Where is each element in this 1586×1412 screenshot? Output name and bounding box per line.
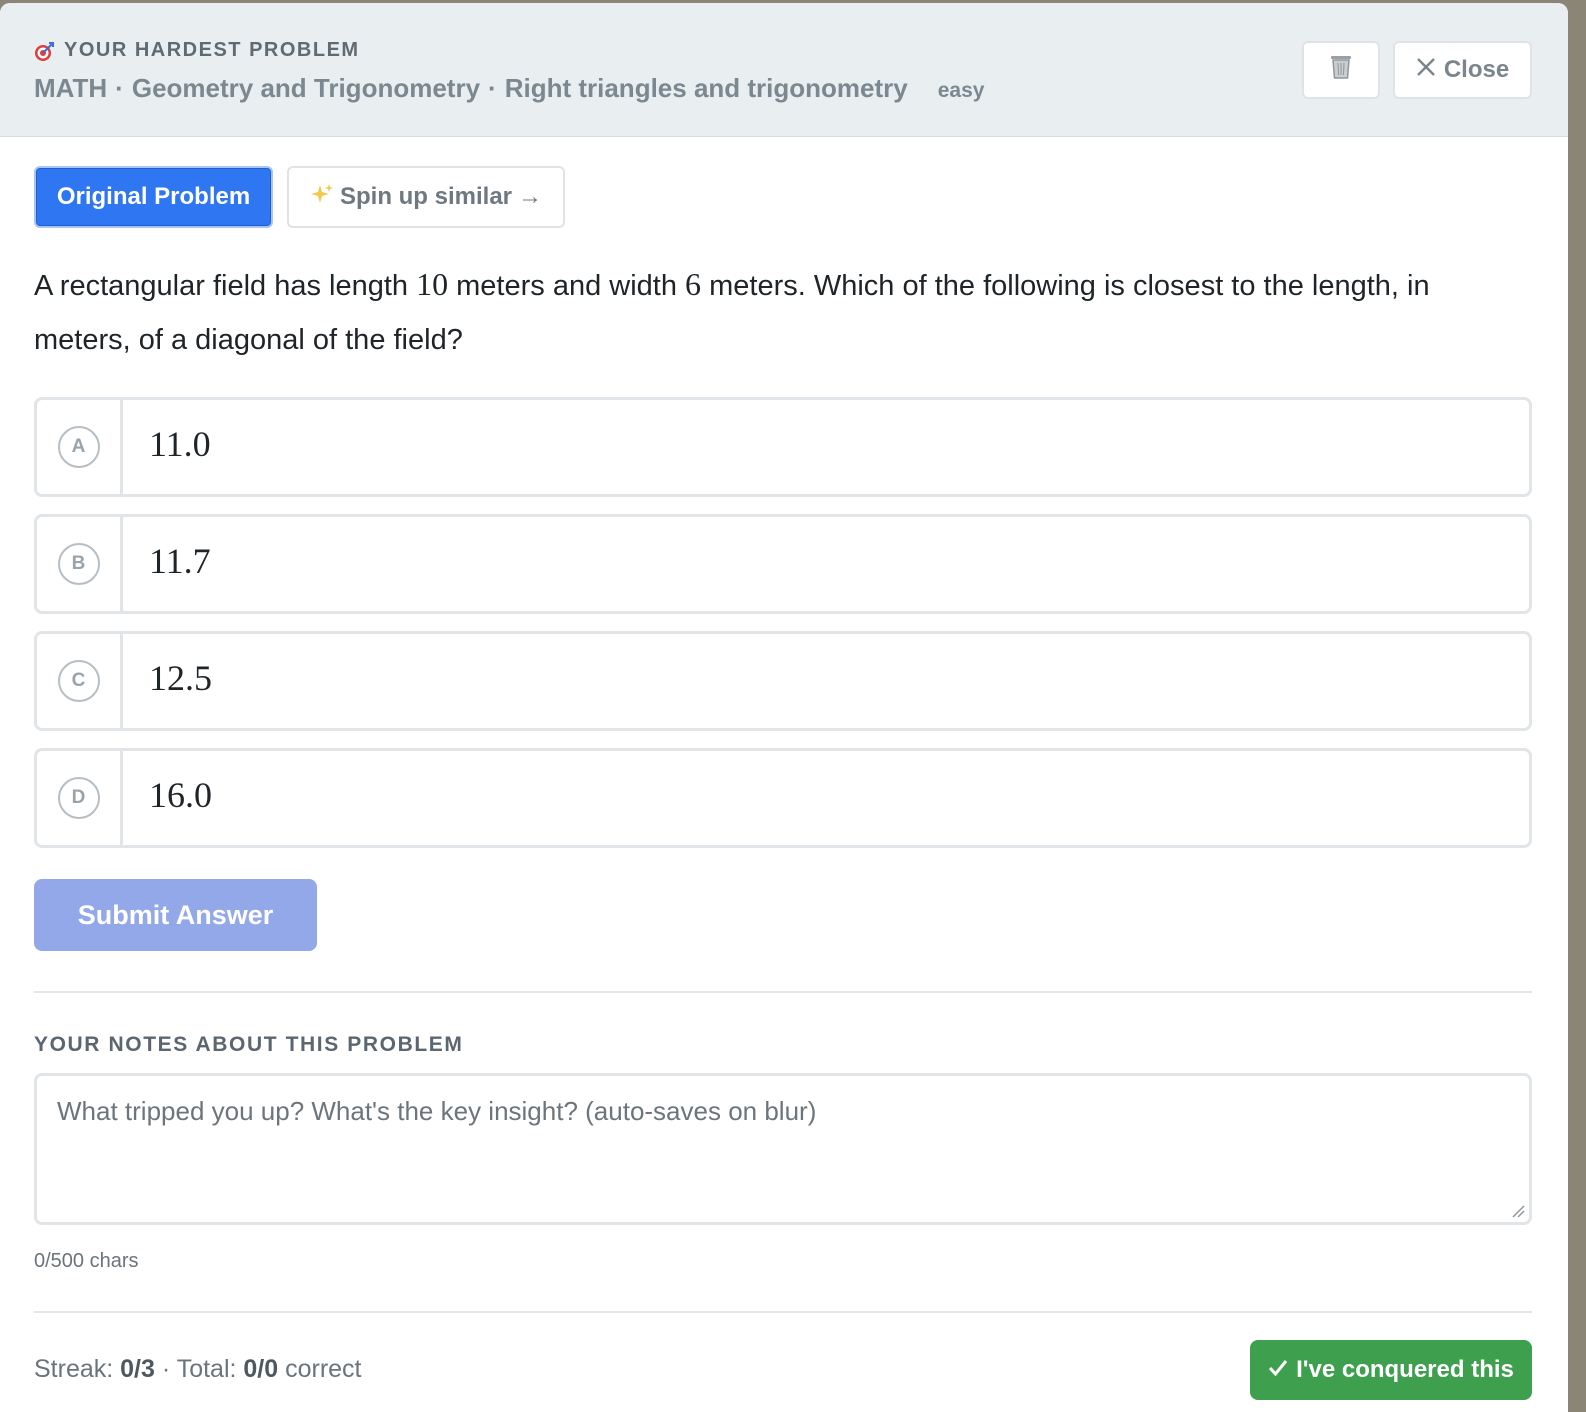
streak-value: 0/3 — [120, 1355, 155, 1383]
breadcrumb-skill: Right triangles and trigonometry — [504, 73, 908, 103]
arrow-right-icon: → — [518, 183, 543, 210]
choice-letter-cell: D — [37, 751, 123, 845]
choice-value: 12.5 — [149, 658, 212, 698]
modal-header: YOUR HARDEST PROBLEM MATH · Geometry and… — [0, 3, 1568, 137]
char-count: 0/500 chars — [34, 1250, 139, 1272]
x-icon — [1416, 56, 1436, 84]
choice-c[interactable]: C 12.5 — [34, 631, 1532, 731]
close-label: Close — [1443, 56, 1510, 83]
breadcrumb-subject: MATH — [34, 73, 108, 103]
target-icon — [34, 41, 54, 62]
choice-value: 16.0 — [149, 775, 212, 815]
choice-b[interactable]: B 11.7 — [34, 514, 1532, 614]
divider — [34, 991, 1532, 993]
problem-modal: YOUR HARDEST PROBLEM MATH · Geometry and… — [0, 3, 1568, 1412]
choice-letter-cell: B — [37, 517, 123, 611]
notes-field-wrapper — [34, 1073, 1532, 1225]
eyebrow: YOUR HARDEST PROBLEM — [34, 39, 360, 62]
choice-letter: C — [57, 660, 100, 702]
question-part: A rectangular field has length — [34, 270, 417, 302]
total-suffix: correct — [278, 1355, 362, 1383]
choice-letter: A — [57, 426, 100, 468]
resize-handle-icon[interactable] — [1511, 1204, 1525, 1218]
choice-value: 11.7 — [149, 541, 211, 581]
tab-original-label: Original Problem — [56, 183, 251, 210]
tab-spin-up-similar[interactable]: Spin up similar → — [287, 166, 565, 228]
choice-d[interactable]: D 16.0 — [34, 748, 1532, 848]
trash-icon — [1330, 54, 1352, 87]
notes-label: YOUR NOTES ABOUT THIS PROBLEM — [34, 1033, 464, 1056]
conquered-label: I've conquered this — [1296, 1356, 1514, 1383]
question-width: 6 — [685, 266, 702, 302]
conquered-button[interactable]: I've conquered this — [1250, 1340, 1532, 1400]
choice-letter: B — [57, 543, 100, 585]
choice-a[interactable]: A 11.0 — [34, 397, 1532, 497]
breadcrumb-domain: Geometry and Trigonometry — [131, 73, 481, 103]
stats-separator: · — [154, 1355, 177, 1383]
question-text: A rectangular field has length 10 meters… — [34, 257, 1534, 367]
total-label: Total: — [176, 1355, 244, 1383]
breadcrumb-separator: · — [488, 73, 497, 103]
tab-similar-label: Spin up similar — [339, 183, 513, 210]
breadcrumb: MATH · Geometry and Trigonometry · Right… — [34, 73, 984, 104]
question-part: meters and width — [448, 270, 686, 302]
tab-original-problem[interactable]: Original Problem — [34, 166, 273, 228]
check-icon — [1268, 1356, 1288, 1384]
eyebrow-label: YOUR HARDEST PROBLEM — [64, 39, 360, 61]
submit-answer-button[interactable]: Submit Answer — [34, 879, 317, 951]
notes-field[interactable] — [37, 1076, 1529, 1222]
choice-letter: D — [57, 777, 100, 819]
total-value: 0/0 — [243, 1355, 279, 1383]
question-length: 10 — [416, 266, 449, 302]
delete-button[interactable] — [1302, 41, 1380, 99]
divider — [34, 1311, 1532, 1313]
choice-value: 11.0 — [149, 424, 211, 464]
problem-tabs: Original Problem Spin up similar → — [34, 166, 565, 228]
answer-choices: A 11.0 B 11.7 C 12.5 D 16.0 — [34, 397, 1532, 865]
breadcrumb-separator: · — [115, 73, 124, 103]
stats-summary: Streak: 0/3 · Total: 0/0 correct — [34, 1355, 362, 1384]
close-button[interactable]: Close — [1393, 41, 1532, 99]
choice-letter-cell: A — [37, 400, 123, 494]
choice-letter-cell: C — [37, 634, 123, 728]
difficulty-badge: easy — [937, 79, 985, 102]
streak-label: Streak: — [34, 1355, 121, 1383]
sparkles-icon — [310, 182, 334, 213]
